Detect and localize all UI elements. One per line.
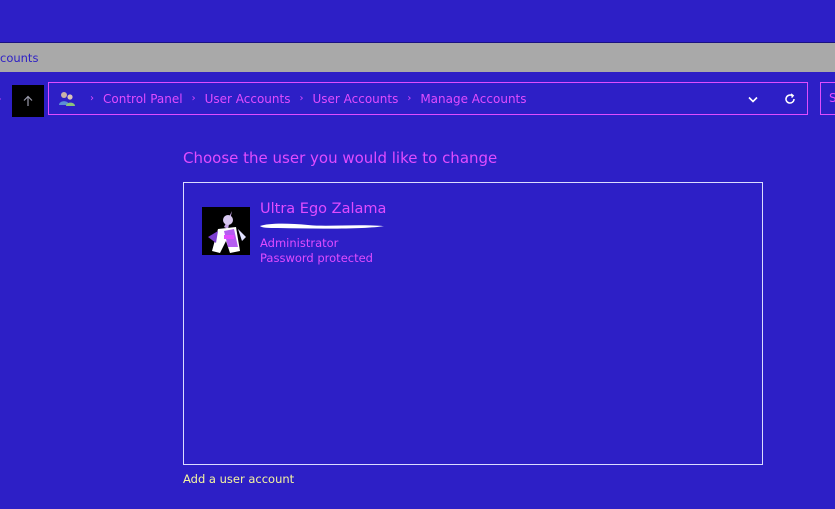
account-tile[interactable]: Ultra Ego Zalama Administrator Password … xyxy=(202,201,502,271)
user-accounts-icon xyxy=(59,92,75,106)
back-arrow-icon[interactable] xyxy=(0,96,1,102)
address-dropdown-button[interactable] xyxy=(743,91,763,107)
avatar-image-icon xyxy=(202,207,250,255)
breadcrumb-user-accounts[interactable]: User Accounts xyxy=(205,92,291,106)
redacted-email-icon xyxy=(260,223,384,229)
avatar xyxy=(202,207,250,255)
search-input[interactable]: S xyxy=(820,82,835,115)
breadcrumb-manage-accounts[interactable]: Manage Accounts xyxy=(420,92,526,106)
account-role: Administrator xyxy=(260,236,339,250)
breadcrumb-user-accounts-sub[interactable]: User Accounts xyxy=(312,92,398,106)
breadcrumb-control-panel[interactable]: Control Panel xyxy=(103,92,183,106)
account-name[interactable]: Ultra Ego Zalama xyxy=(260,201,386,217)
refresh-icon xyxy=(785,93,795,104)
window-tab-label[interactable]: counts xyxy=(0,51,38,65)
breadcrumb: › Control Panel › User Accounts › User A… xyxy=(81,83,527,114)
accounts-list: Ultra Ego Zalama Administrator Password … xyxy=(183,182,763,465)
breadcrumb-separator-icon: › xyxy=(299,93,304,104)
breadcrumb-separator-icon: › xyxy=(90,93,94,104)
address-bar[interactable]: › Control Panel › User Accounts › User A… xyxy=(48,82,808,115)
search-placeholder: S xyxy=(829,91,835,105)
breadcrumb-separator-icon: › xyxy=(191,93,196,104)
page-title: Choose the user you would like to change xyxy=(183,149,498,167)
breadcrumb-separator-icon: › xyxy=(407,93,412,104)
tab-strip: counts xyxy=(0,43,835,72)
title-bar xyxy=(0,0,835,43)
chevron-down-icon xyxy=(748,96,758,103)
account-status: Password protected xyxy=(260,251,373,265)
refresh-button[interactable] xyxy=(780,91,800,107)
add-user-account-link[interactable]: Add a user account xyxy=(183,472,294,486)
up-button[interactable] xyxy=(12,85,44,117)
navigation-row: › Control Panel › User Accounts › User A… xyxy=(0,72,835,128)
up-arrow-icon xyxy=(23,95,33,106)
